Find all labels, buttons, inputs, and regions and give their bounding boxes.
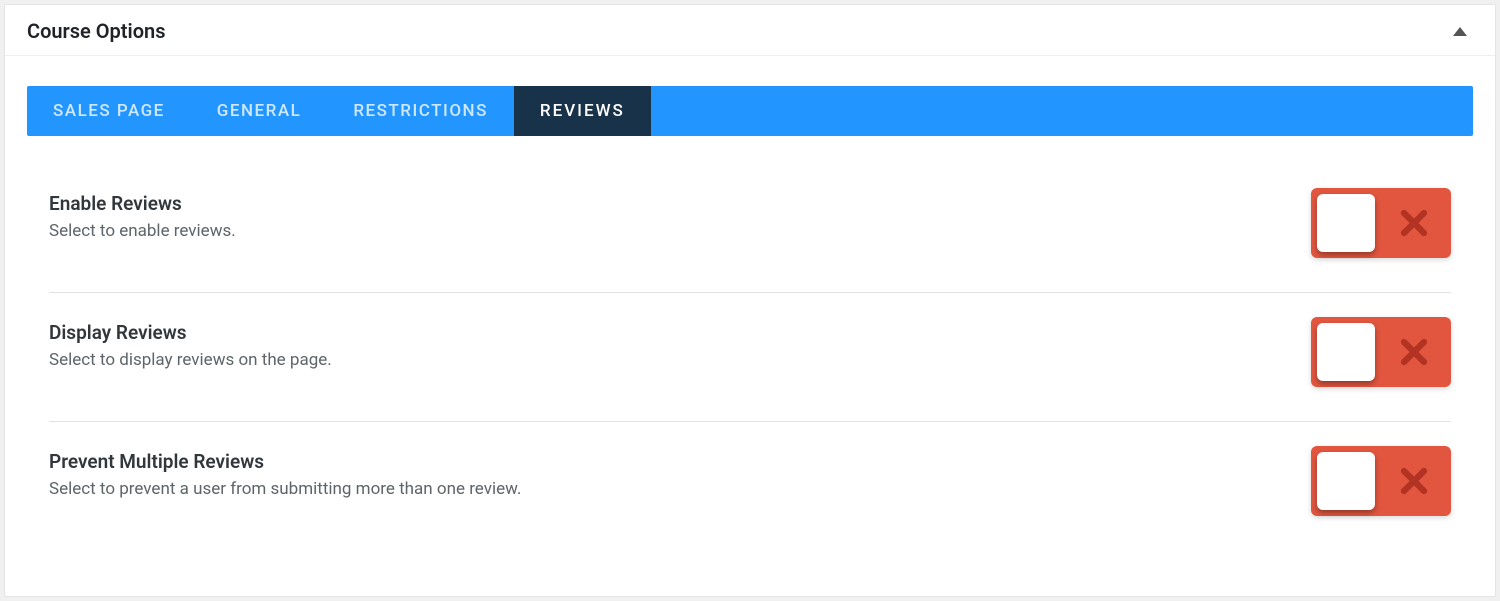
toggle-knob <box>1317 323 1375 381</box>
toggle-prevent-multiple-reviews[interactable] <box>1311 446 1451 516</box>
toggle-knob <box>1317 452 1375 510</box>
setting-title: Display Reviews <box>49 321 332 344</box>
course-options-panel: Course Options SALES PAGE GENERAL RESTRI… <box>4 4 1496 597</box>
tab-label: RESTRICTIONS <box>353 101 488 121</box>
toggle-knob <box>1317 194 1375 252</box>
setting-desc: Select to prevent a user from submitting… <box>49 479 521 499</box>
setting-row-enable-reviews: Enable Reviews Select to enable reviews. <box>49 184 1451 293</box>
settings-list: Enable Reviews Select to enable reviews.… <box>5 136 1495 560</box>
tab-general[interactable]: GENERAL <box>191 86 328 136</box>
setting-row-display-reviews: Display Reviews Select to display review… <box>49 293 1451 422</box>
tab-label: REVIEWS <box>540 101 625 121</box>
x-icon <box>1399 337 1429 367</box>
x-icon <box>1399 466 1429 496</box>
setting-row-prevent-multiple-reviews: Prevent Multiple Reviews Select to preve… <box>49 422 1451 550</box>
setting-desc: Select to enable reviews. <box>49 221 236 241</box>
setting-text: Enable Reviews Select to enable reviews. <box>49 192 236 241</box>
tab-restrictions[interactable]: RESTRICTIONS <box>327 86 514 136</box>
panel-header: Course Options <box>5 5 1495 56</box>
tab-label: SALES PAGE <box>53 101 165 121</box>
toggle-display-reviews[interactable] <box>1311 317 1451 387</box>
toggle-enable-reviews[interactable] <box>1311 188 1451 258</box>
tab-label: GENERAL <box>217 101 302 121</box>
tab-sales-page[interactable]: SALES PAGE <box>27 86 191 136</box>
setting-text: Prevent Multiple Reviews Select to preve… <box>49 450 521 499</box>
collapse-icon[interactable] <box>1453 27 1467 36</box>
setting-title: Prevent Multiple Reviews <box>49 450 521 473</box>
setting-desc: Select to display reviews on the page. <box>49 350 332 370</box>
tab-reviews[interactable]: REVIEWS <box>514 86 651 136</box>
tabbar: SALES PAGE GENERAL RESTRICTIONS REVIEWS <box>27 86 1473 136</box>
panel-title: Course Options <box>27 19 166 43</box>
setting-title: Enable Reviews <box>49 192 236 215</box>
setting-text: Display Reviews Select to display review… <box>49 321 332 370</box>
x-icon <box>1399 208 1429 238</box>
